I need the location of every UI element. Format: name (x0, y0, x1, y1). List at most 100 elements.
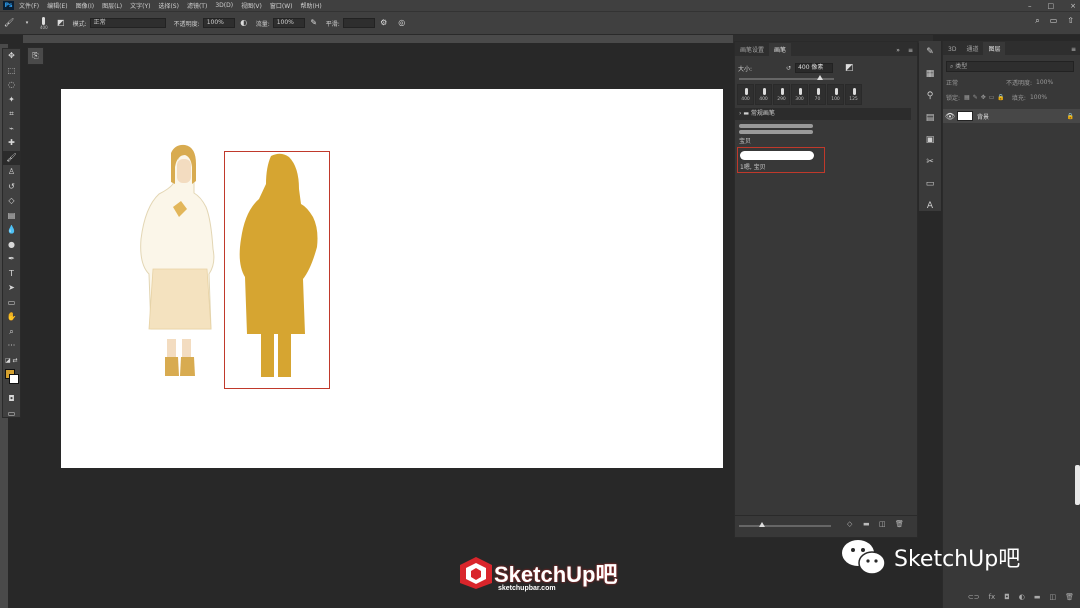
panel-options-icon[interactable]: ≡ (1067, 44, 1080, 55)
blend-mode-select[interactable]: 正常 (946, 78, 1006, 87)
new-brush-icon[interactable]: ◫ (879, 520, 886, 528)
preset-brush[interactable]: 70 (809, 84, 826, 105)
hand-tool-icon[interactable]: ✋ (3, 310, 20, 325)
dodge-tool-icon[interactable]: ● (3, 238, 20, 253)
menu-window[interactable]: 窗口(W) (270, 1, 293, 10)
libraries-icon[interactable]: ▭ (919, 173, 941, 195)
preview-slider-thumb[interactable] (759, 522, 765, 527)
blur-tool-icon[interactable]: 💧 (3, 223, 20, 238)
link-layers-icon[interactable]: ⊂⊃ (968, 593, 980, 601)
gradient-tool-icon[interactable]: ▤ (3, 209, 20, 224)
preset-brush[interactable]: 100 (827, 84, 844, 105)
toggle-preview-icon[interactable]: ◇ (847, 520, 852, 528)
new-group-icon[interactable]: ▬ (1034, 593, 1041, 601)
size-slider-track[interactable] (739, 75, 834, 80)
size-input[interactable]: 400 像素 (795, 63, 834, 73)
search-icon[interactable]: ⌕ (1035, 16, 1039, 26)
color-swatches[interactable] (3, 368, 20, 392)
history-brush-tool-icon[interactable]: ↺ (3, 180, 20, 195)
path-selection-tool-icon[interactable]: ➤ (3, 281, 20, 296)
scrollbar-handle[interactable] (1075, 465, 1080, 505)
preset-brush[interactable]: 300 (791, 84, 808, 105)
brush-preset-picker[interactable]: 400 (40, 16, 48, 30)
trash-icon[interactable]: 🗑 (1065, 593, 1074, 601)
minimize-icon[interactable]: – (1028, 2, 1032, 10)
workspace-icon[interactable]: ▭ (1050, 16, 1058, 26)
clone-source-icon[interactable]: ⚲ (919, 85, 941, 107)
adjustments-icon[interactable]: ▣ (919, 129, 941, 151)
menu-help[interactable]: 帮助(H) (301, 1, 322, 10)
history-panel-icon[interactable]: ⎘ (27, 47, 44, 65)
menu-file[interactable]: 文件(F) (19, 1, 39, 10)
properties-icon[interactable]: ▤ (919, 107, 941, 129)
chevron-right-icon[interactable]: › (739, 110, 741, 117)
new-layer-icon[interactable]: ◫ (1049, 593, 1056, 601)
layer-style-icon[interactable]: fx (989, 593, 996, 601)
tab-3d[interactable]: 3D (943, 44, 961, 55)
layer-row-background[interactable]: 👁 背景 🔒 (943, 109, 1080, 123)
document-canvas[interactable] (61, 89, 723, 468)
brush-folder[interactable]: › ▬ 常规画笔 (735, 108, 911, 120)
maximize-icon[interactable]: □ (1048, 2, 1055, 10)
type-tool-icon[interactable]: T (3, 267, 20, 282)
pressure-opacity-icon[interactable]: ◐ (239, 18, 249, 28)
photoshop-logo-icon[interactable]: Ps (3, 1, 14, 10)
preset-brush[interactable]: 400 (755, 84, 772, 105)
menu-filter[interactable]: 滤镜(T) (187, 1, 207, 10)
pen-tool-icon[interactable]: ✒ (3, 252, 20, 267)
layer-opacity-input[interactable]: 100% (1036, 79, 1053, 86)
crop-tool-icon[interactable]: ⌗ (3, 107, 20, 122)
layer-filter-input[interactable]: ⌕ 类型 (946, 61, 1074, 72)
lock-icons[interactable]: ▦✎✥▭🔒 (964, 94, 1008, 101)
preset-brush[interactable]: 125 (845, 84, 862, 105)
magic-wand-tool-icon[interactable]: ✦ (3, 93, 20, 108)
brush-stroke-item-selected[interactable]: 1嗯, 宝贝 (737, 147, 825, 173)
menu-image[interactable]: 图像(I) (76, 1, 94, 10)
background-color-swatch[interactable] (9, 374, 19, 384)
move-tool-icon[interactable]: ✥ (3, 49, 20, 64)
tool-presets-icon[interactable]: ✂ (919, 151, 941, 173)
eraser-tool-icon[interactable]: ◇ (3, 194, 20, 209)
tab-brush-settings[interactable]: 画笔设置 (735, 43, 769, 56)
close-icon[interactable]: × (1070, 2, 1076, 10)
gear-icon[interactable]: ⚙ (379, 18, 389, 28)
character-icon[interactable]: A (919, 195, 941, 217)
size-slider-thumb[interactable] (817, 75, 823, 80)
tab-channels[interactable]: 通道 (961, 42, 983, 55)
opacity-input[interactable]: 100% (202, 18, 235, 28)
chevron-down-icon[interactable]: ▾ (22, 18, 32, 28)
menu-3d[interactable]: 3D(D) (215, 2, 233, 9)
menu-layer[interactable]: 图层(L) (102, 1, 122, 10)
mode-select[interactable]: 正常 (89, 18, 166, 28)
menu-type[interactable]: 文字(Y) (130, 1, 150, 10)
brush-panel-icon[interactable]: ▦ (919, 63, 941, 85)
shape-tool-icon[interactable]: ▭ (3, 296, 20, 311)
adjustment-layer-icon[interactable]: ◐ (1019, 593, 1025, 601)
add-mask-icon[interactable]: ◘ (1004, 593, 1010, 601)
menu-select[interactable]: 选择(S) (158, 1, 179, 10)
menu-view[interactable]: 视图(V) (241, 1, 262, 10)
new-brush-icon[interactable]: ◩ (845, 63, 854, 73)
tab-layers[interactable]: 图层 (983, 42, 1006, 55)
menu-edit[interactable]: 编辑(E) (47, 1, 67, 10)
eye-icon[interactable]: 👁 (943, 112, 957, 121)
flow-input[interactable]: 100% (272, 18, 305, 28)
marquee-tool-icon[interactable]: ⬚ (3, 64, 20, 79)
airbrush-icon[interactable]: ✎ (309, 18, 319, 28)
preset-brush[interactable]: 290 (773, 84, 790, 105)
trash-icon[interactable]: 🗑 (895, 520, 904, 528)
brush-settings-toggle-icon[interactable]: ◩ (56, 18, 66, 28)
brush-tool-icon[interactable]: 🖌 (3, 150, 20, 165)
new-folder-icon[interactable]: ▬ (863, 520, 870, 528)
brush-stroke-item[interactable]: 宝贝 (737, 124, 912, 145)
eyedropper-tool-icon[interactable]: ⌁ (3, 122, 20, 137)
healing-tool-icon[interactable]: ✚ (3, 136, 20, 151)
reset-colors-icon[interactable]: ◪ ⇄ (3, 354, 20, 369)
preset-brush[interactable]: 400 (737, 84, 754, 105)
stamp-tool-icon[interactable]: ♙ (3, 165, 20, 180)
reset-size-icon[interactable]: ↺ (786, 65, 791, 72)
panel-menu-icon[interactable]: » (892, 45, 904, 56)
tab-brushes[interactable]: 画笔 (769, 43, 792, 56)
panel-options-icon[interactable]: ≡ (904, 45, 917, 56)
screen-mode-icon[interactable]: ▭ (3, 407, 20, 422)
